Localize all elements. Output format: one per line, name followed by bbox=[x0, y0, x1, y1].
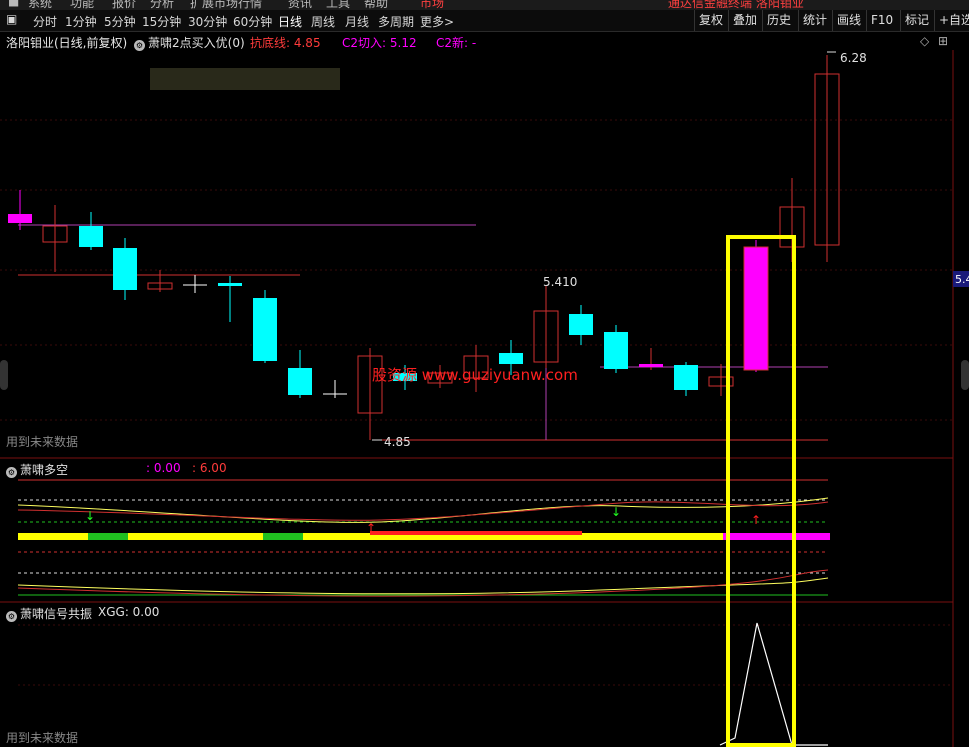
candle-body bbox=[604, 332, 628, 369]
candle-body bbox=[639, 364, 663, 367]
buy-arrow-icon: ↑ bbox=[751, 513, 761, 527]
buy-arrow-icon: ↑ bbox=[366, 521, 376, 535]
panel2-title[interactable]: ⚙ 萧啸多空 bbox=[6, 461, 68, 478]
candle-body bbox=[113, 248, 137, 290]
high-price-label: 6.28 bbox=[840, 51, 867, 65]
candle-body bbox=[79, 226, 103, 247]
candle-body bbox=[499, 353, 523, 364]
panel3-value: XGG: 0.00 bbox=[98, 605, 160, 619]
sell-arrow-icon: ↓ bbox=[85, 509, 95, 523]
left-scroll-handle bbox=[0, 360, 8, 390]
candle-body bbox=[253, 298, 277, 361]
right-axis-price-label: 5.4 bbox=[955, 273, 969, 286]
candle-body bbox=[218, 283, 242, 286]
candle-body bbox=[569, 314, 593, 335]
candle-body bbox=[674, 365, 698, 390]
candle-body bbox=[8, 214, 32, 223]
panel2-value-1: : 0.00 bbox=[146, 461, 181, 475]
redacted-blur bbox=[150, 68, 340, 90]
panel3-lines bbox=[18, 622, 953, 746]
settings-icon[interactable]: ⚙ bbox=[6, 467, 17, 478]
future-data-notice: 用到未来数据 bbox=[6, 730, 78, 745]
panel2-value-2: : 6.00 bbox=[192, 461, 227, 475]
sell-arrow-icon: ↓ bbox=[611, 505, 621, 519]
chart-canvas[interactable]: 6.28 5.410 4.85 5.4 股资源 www.guziyuanw.co… bbox=[0, 0, 969, 747]
watermark-text: 股资源 www.guziyuanw.com bbox=[372, 366, 578, 384]
settings-icon[interactable]: ⚙ bbox=[6, 611, 17, 622]
xgg-signal-line bbox=[719, 622, 828, 746]
low-price-label: 4.85 bbox=[384, 435, 411, 449]
candle-body bbox=[288, 368, 312, 395]
right-scroll-handle bbox=[961, 360, 969, 390]
panel2-lines: ↓ ↓ ↑ ↑ bbox=[17, 479, 830, 597]
future-data-notice: 用到未来数据 bbox=[6, 434, 78, 449]
candle-body bbox=[743, 246, 769, 371]
panel3-title[interactable]: ⚙ 萧啸信号共振 bbox=[6, 605, 92, 622]
mid-price-label: 5.410 bbox=[543, 275, 577, 289]
